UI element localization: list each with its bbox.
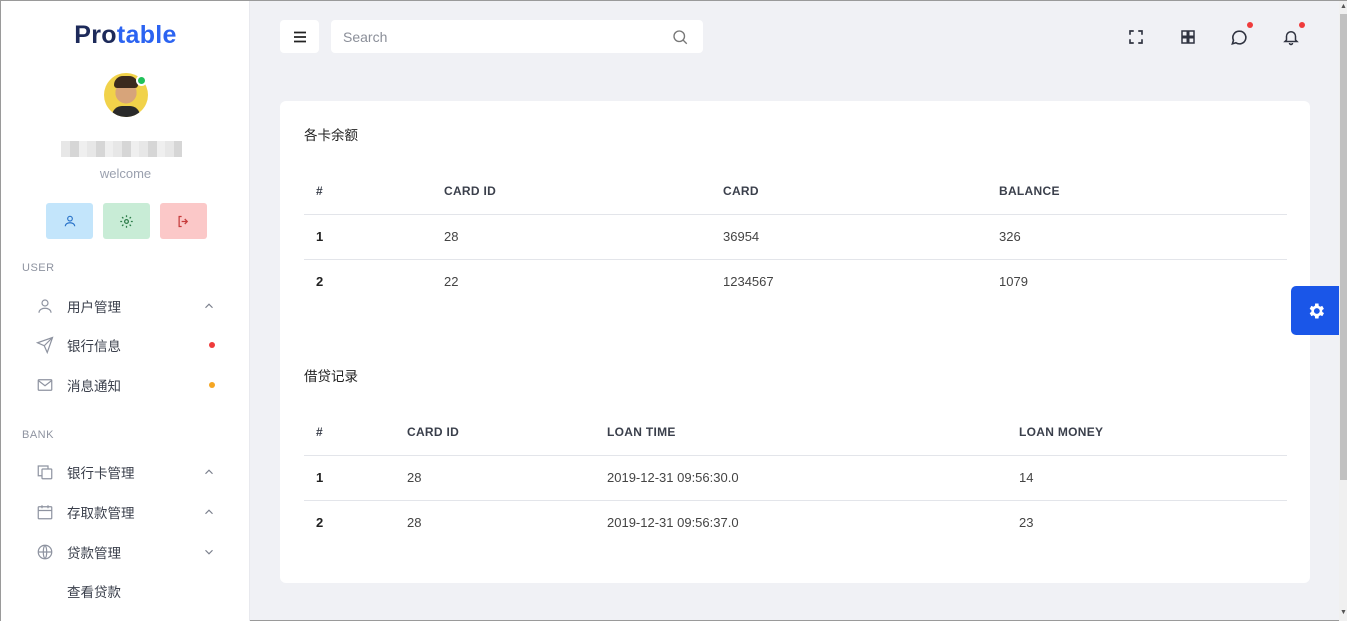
search-input[interactable] [331,20,661,53]
scroll-down-arrow[interactable]: ▼ [1340,609,1347,617]
column-header: # [304,410,407,456]
sidebar-item-label: 贷款管理 [67,546,121,561]
online-status-dot [136,75,147,86]
apps-button[interactable] [1177,26,1199,48]
chevron-down-icon [205,549,213,555]
gear-icon [1309,303,1324,318]
table-row: 1 28 2019-12-31 09:56:30.0 14 [304,455,1287,501]
user-icon [38,299,52,313]
balances-table: # CARD ID CARD BALANCE 1 28 36954 326 2 … [304,169,1287,304]
section-label-bank: BANK [22,429,54,441]
loan-money-cell: 23 [1019,515,1034,531]
column-header: LOAN MONEY [1019,410,1287,456]
mail-icon [37,379,53,391]
card-id-cell: 28 [407,455,607,501]
sidebar-item-label: 银行信息 [67,339,121,354]
sidebar-item-label: 消息通知 [67,379,121,394]
table-header-row: # CARD ID CARD BALANCE [304,169,1287,215]
notification-dot [1299,22,1305,28]
notification-dot [209,342,215,348]
scroll-up-arrow[interactable]: ▲ [1340,3,1347,11]
chevron-up-icon [205,303,213,309]
chevron-up-icon [205,469,213,475]
loans-title: 借贷记录 [304,369,358,384]
card-cell: 36954 [723,214,999,260]
table-header-row: # CARD ID LOAN TIME LOAN MONEY [304,410,1287,456]
main-card: 各卡余额 # CARD ID CARD BALANCE 1 28 36954 3… [280,101,1310,583]
menu-toggle-button[interactable] [280,20,319,53]
loan-money-cell: 14 [1019,455,1287,501]
scrollbar-thumb[interactable] [1340,14,1347,480]
table-row: 2 28 2019-12-31 09:56:37.0 23 [304,500,1287,545]
card-cell: 1234567 [723,274,774,290]
fullscreen-icon [1129,30,1143,44]
balance-cell: 1079 [999,274,1028,290]
bell-icon [1283,31,1299,46]
sidebar-item-messages[interactable]: 消息通知 [1,367,250,403]
sidebar-item-label: 查看贷款 [67,585,121,600]
profile-button[interactable] [46,203,93,239]
loans-table: # CARD ID LOAN TIME LOAN MONEY 1 28 2019… [304,410,1287,545]
grid-icon [1181,30,1195,44]
column-header: CARD [723,169,999,215]
search-icon[interactable] [671,28,689,46]
column-header: CARD ID [444,169,723,215]
page-scrollbar[interactable]: ▲ ▼ [1339,1,1347,621]
notifications-button[interactable] [1280,22,1305,48]
gear-icon [120,214,133,228]
copy-icon [37,465,53,480]
globe-icon [37,544,53,560]
sidebar-item-label: 存取款管理 [67,506,135,521]
card-id-cell: 22 [444,274,459,290]
sidebar: Protable welcome USER 用户管理 银行信息 消息通知 BAN… [1,1,250,621]
row-index: 2 [316,515,324,531]
table-row: 2 22 1234567 1079 [304,259,1287,304]
send-icon [36,336,54,354]
notification-dot [1247,22,1253,28]
chat-icon [1230,29,1247,45]
sidebar-item-bank-info[interactable]: 银行信息 [1,327,250,363]
row-index: 1 [304,214,444,260]
row-index: 1 [304,455,407,501]
calendar-icon [37,505,53,520]
sidebar-item-label: 银行卡管理 [67,466,135,481]
chevron-up-icon [205,509,213,515]
balances-title: 各卡余额 [304,128,358,143]
settings-button[interactable] [103,203,150,239]
column-header: CARD ID [407,410,607,456]
avatar[interactable] [104,73,148,117]
notification-dot [209,382,215,388]
sidebar-item-label: 用户管理 [67,300,121,315]
user-icon [64,215,75,227]
column-header: LOAN TIME [607,410,1019,456]
balance-cell: 326 [999,214,1287,260]
sidebar-item-loan-management[interactable]: 贷款管理 [1,534,250,570]
theme-settings-button[interactable] [1291,286,1341,335]
chat-button[interactable] [1228,22,1253,48]
card-id-cell: 28 [444,214,723,260]
loan-time-cell: 2019-12-31 09:56:37.0 [607,515,739,531]
sidebar-subitem-view-loans[interactable]: 查看贷款 [1,573,250,609]
loan-time-cell: 2019-12-31 09:56:30.0 [607,455,1019,501]
username-redacted [61,141,182,157]
logout-button[interactable] [160,203,207,239]
row-index: 2 [316,274,324,290]
section-label-user: USER [22,262,55,274]
sidebar-item-user-management[interactable]: 用户管理 [1,288,250,324]
brand-logo[interactable]: Protable [1,21,250,50]
sidebar-item-deposit-management[interactable]: 存取款管理 [1,494,250,530]
welcome-text: welcome [99,166,152,181]
hamburger-icon [293,31,306,42]
column-header: BALANCE [999,169,1287,215]
search-bar [331,20,703,53]
column-header: # [304,169,444,215]
table-row: 1 28 36954 326 [304,214,1287,260]
fullscreen-button[interactable] [1125,26,1147,48]
card-id-cell: 28 [407,515,422,531]
logout-icon [178,215,189,227]
sidebar-item-card-management[interactable]: 银行卡管理 [1,454,250,490]
